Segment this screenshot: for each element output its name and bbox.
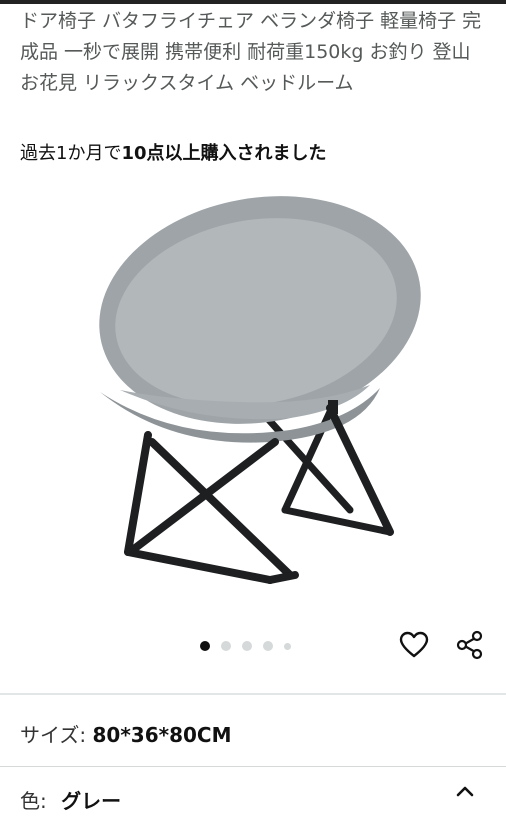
product-title[interactable]: ドア椅子 バタフライチェア ベランダ椅子 軽量椅子 完成品 一秒で展開 携帯便利…: [20, 6, 492, 99]
carousel-dot-4[interactable]: [263, 641, 273, 651]
purchase-count-prefix: 過去1か月で: [20, 143, 122, 164]
size-value: 80*36*80CM: [92, 723, 232, 747]
color-variation-row[interactable]: 色: グレー: [20, 786, 121, 816]
color-label: 色:: [20, 789, 47, 813]
chevron-up-icon[interactable]: [452, 780, 478, 804]
top-edge-bar: [0, 0, 506, 4]
heart-icon: [399, 631, 429, 658]
chair-hinge: [328, 400, 338, 414]
share-icon: [456, 630, 483, 660]
chair-bar-back: [281, 506, 394, 536]
chair-leg-front-left: [124, 431, 152, 556]
variation-divider: [0, 766, 506, 767]
product-image[interactable]: [60, 180, 440, 600]
chair-leg-cross-left: [148, 438, 294, 579]
share-button[interactable]: [453, 628, 487, 662]
color-value: グレー: [61, 789, 122, 813]
carousel-dot-5[interactable]: [284, 642, 291, 650]
chair-leg-side-right: [326, 404, 394, 536]
carousel-dot-2[interactable]: [221, 641, 231, 651]
chair-bar-joint: [266, 571, 299, 584]
size-label: サイズ:: [20, 723, 87, 747]
carousel-dot-1[interactable]: [200, 641, 210, 651]
purchase-count-bold: 10点以上購入されました: [121, 143, 327, 164]
wishlist-button[interactable]: [397, 628, 431, 662]
section-divider: [0, 693, 506, 695]
size-variation-row[interactable]: サイズ: 80*36*80CM: [20, 720, 232, 750]
purchase-count-text: 過去1か月で10点以上購入されました: [20, 140, 327, 168]
image-carousel-dots[interactable]: [200, 640, 291, 652]
chair-bar-front: [124, 548, 274, 584]
carousel-dot-3[interactable]: [242, 641, 252, 651]
